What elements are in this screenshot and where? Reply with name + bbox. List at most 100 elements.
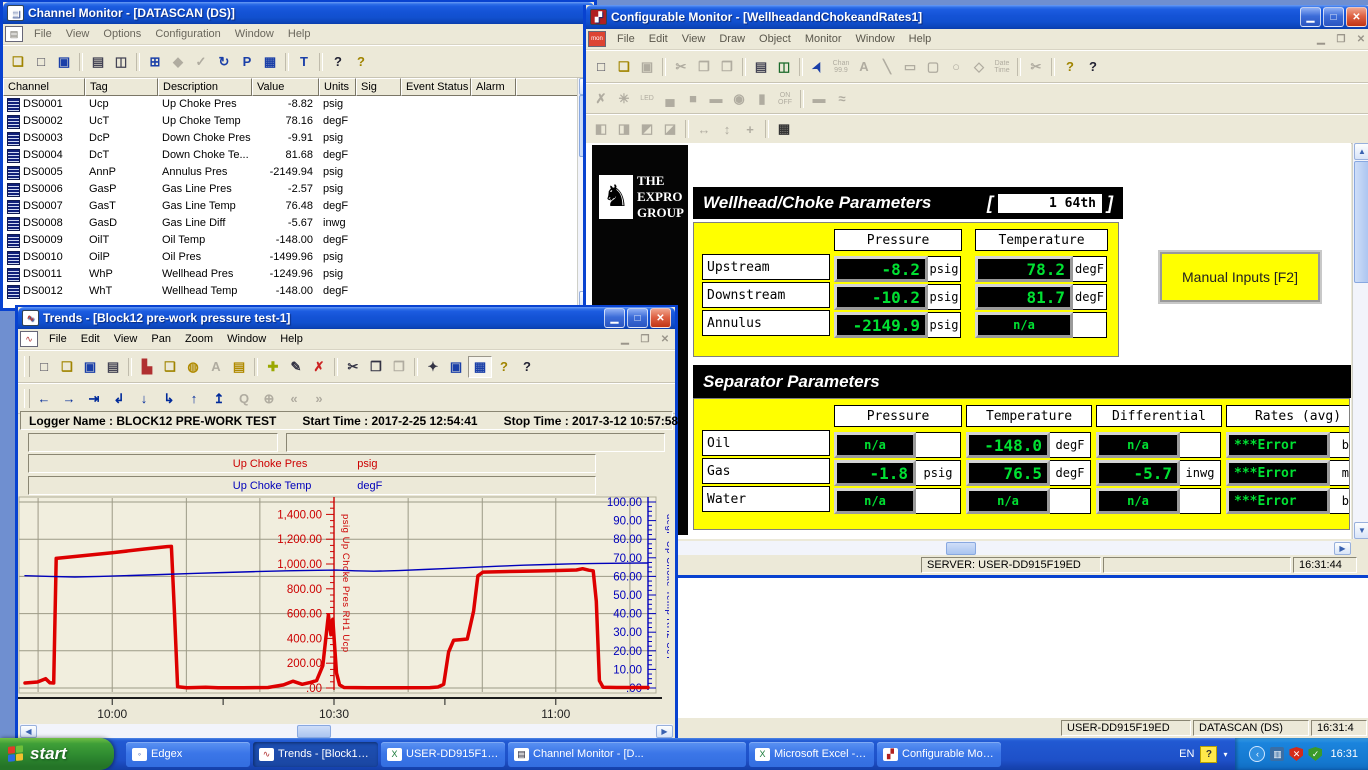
tool-bar-icon[interactable]: ▬ [705,89,727,109]
mdi-minimize-button[interactable]: ▁ [617,334,633,345]
trends-hscrollbar[interactable]: ◀ ▶ [20,724,673,739]
scroll-up-button[interactable]: ▲ [1354,143,1368,160]
mdi-close-button[interactable]: ✕ [1353,34,1368,45]
tool-gauge-icon[interactable]: ✗ [590,89,612,109]
menu-view[interactable]: View [107,331,145,347]
menu-view[interactable]: View [675,31,713,47]
cut-icon[interactable]: ✂ [342,357,364,377]
new-document-icon[interactable]: □ [33,357,55,377]
scroll-left-button[interactable]: ◀ [20,725,37,738]
wand-icon[interactable]: ✦ [422,357,444,377]
channel-row[interactable]: DS0001UcpUp Choke Pres-8.82psig [3,96,578,113]
scroll-thumb[interactable] [946,542,976,555]
channel-row[interactable]: DS0009OilTOil Temp-148.00degF [3,232,578,249]
channel-row[interactable]: DS0010OilPOil Pres-1499.96psig [3,249,578,266]
rounded-rect-tool-icon[interactable]: ▢ [922,57,944,77]
context-help-icon[interactable]: ? [516,357,538,377]
column-header-units[interactable]: Units [319,78,356,96]
menu-file[interactable]: File [42,331,74,347]
channel-value-tool-icon[interactable]: Chan 99.9 [830,57,852,77]
context-help-icon[interactable]: ? [1082,57,1104,77]
annotate-text-icon[interactable]: A [205,357,227,377]
notes-icon[interactable]: ▤ [228,357,250,377]
copy-icon[interactable]: ❐ [693,57,715,77]
menu-options[interactable]: Options [96,26,148,42]
menu-help[interactable]: Help [902,31,939,47]
mdi-close-button[interactable]: ✕ [657,334,673,345]
edit-trace-icon[interactable]: ✎ [285,357,307,377]
language-options-icon[interactable]: ▾ [1223,750,1227,759]
pan-up-full-icon[interactable]: ↥ [208,389,230,409]
column-header-channel[interactable]: Channel [3,78,85,96]
tool-radial-icon[interactable]: ◉ [728,89,750,109]
mdi-restore-button[interactable]: ❐ [637,334,653,345]
tool-trend-icon[interactable]: ≈ [831,89,853,109]
tool-filled-rect-icon[interactable]: ■ [682,89,704,109]
channel-row[interactable]: DS0012WhTWellhead Temp-148.00degF [3,283,578,300]
help-icon[interactable]: ? [350,52,372,72]
channel-row[interactable]: DS0005AnnPAnnulus Pres-2149.94psig [3,164,578,181]
channel-row[interactable]: DS0006GasPGas Line Pres-2.57psig [3,181,578,198]
toolbar-grip[interactable] [24,389,30,408]
poll-icon[interactable]: P [236,52,258,72]
pointer-tool-icon[interactable]: ➤ [804,52,831,80]
menu-help[interactable]: Help [273,331,310,347]
menu-view[interactable]: View [59,26,97,42]
grid-snap-icon[interactable]: ▦ [773,119,795,139]
chart-setup-icon[interactable]: ▙ [136,357,158,377]
align-bottom-icon[interactable]: ◪ [659,119,681,139]
accept-check-icon[interactable]: ✓ [190,52,212,72]
mdi-restore-button[interactable]: ❐ [1333,34,1349,45]
size-width-icon[interactable]: ↔ [693,119,715,139]
ellipse-tool-icon[interactable]: ○ [945,57,967,77]
legend-row-up-choke-temp[interactable]: Up Choke TempdegF [28,476,596,495]
toolbar-grip[interactable] [24,356,30,377]
tool-dial-icon[interactable]: ✳ [613,89,635,109]
help-icon[interactable]: ? [493,357,515,377]
pan-down-icon[interactable]: ↓ [133,389,155,409]
new-document-icon[interactable]: □ [590,57,612,77]
pan-end-icon[interactable]: ⇥ [83,389,105,409]
align-right-icon[interactable]: ◨ [613,119,635,139]
pan-right-icon[interactable]: → [58,389,80,409]
channel-row[interactable]: DS0004DcTDown Choke Te...81.68degF [3,147,578,164]
print-icon[interactable]: ▤ [102,357,124,377]
channel-monitor-titlebar[interactable]: ▤ Channel Monitor - [DATASCAN (DS)] [3,2,594,24]
database-icon[interactable]: ◍ [182,357,204,377]
maximize-button[interactable]: □ [627,308,648,328]
trends-titlebar[interactable]: ∿ Trends - [Block12 pre-work pressure te… [18,307,675,329]
text-tool-icon[interactable]: T [293,52,315,72]
configurable-monitor-vscrollbar[interactable]: ▲ ▼ [1352,143,1368,539]
channel-row[interactable]: DS0008GasDGas Line Diff-5.67inwg [3,215,578,232]
column-header-sig[interactable]: Sig [356,78,401,96]
minimize-button[interactable]: ▁ [1300,7,1321,27]
print-preview-icon[interactable]: ◫ [110,52,132,72]
scroll-thumb[interactable] [297,725,331,738]
trend-chart[interactable]: 10:0010:3011:001,400.001,200.001,000.008… [18,495,669,723]
close-button[interactable]: ✕ [650,308,671,328]
cut-icon[interactable]: ✂ [670,57,692,77]
channel-row[interactable]: DS0003DcPDown Choke Pres-9.91psig [3,130,578,147]
datetime-tool-icon[interactable]: Date Time [991,57,1013,77]
menu-pan[interactable]: Pan [144,331,178,347]
menu-file[interactable]: File [27,26,59,42]
print-icon[interactable]: ▤ [750,57,772,77]
paste-icon[interactable]: ❒ [388,357,410,377]
configurable-monitor-titlebar[interactable]: ▞ Configurable Monitor - [WellheadandCho… [586,5,1368,29]
taskbar-button-excel[interactable]: XUSER-DD915F19ED\... [381,742,505,767]
collapse-tray-icon[interactable]: ‹ [1249,746,1265,762]
channel-row[interactable]: DS0011WhPWellhead Pres-1249.96psig [3,266,578,283]
scroll-down-button[interactable]: ▼ [1354,522,1368,539]
print-icon[interactable]: ▤ [87,52,109,72]
tool-onoff-icon[interactable]: ON OFF [774,89,796,109]
cycle-icon[interactable]: ↻ [213,52,235,72]
column-header-event-status[interactable]: Event Status [401,78,471,96]
size-height-icon[interactable]: ↕ [716,119,738,139]
menu-help[interactable]: Help [281,26,318,42]
trim-value-tool-icon[interactable]: ✂ [1025,57,1047,77]
menu-window[interactable]: Window [228,26,281,42]
pan-up-icon[interactable]: ↑ [183,389,205,409]
language-indicator[interactable]: EN [1179,748,1194,760]
column-header-value[interactable]: Value [252,78,319,96]
language-help-icon[interactable]: ? [1200,746,1217,763]
